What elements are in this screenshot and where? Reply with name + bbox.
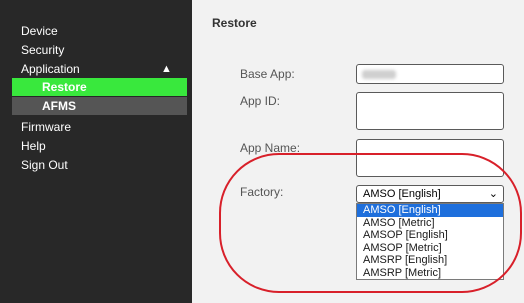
app-name-label: App Name: <box>240 141 301 155</box>
app-id-label: App ID: <box>240 94 281 108</box>
dropdown-option[interactable]: AMSRP [English] <box>357 254 503 267</box>
factory-label: Factory: <box>240 185 284 199</box>
collapse-up-icon[interactable]: ▲ <box>161 62 172 76</box>
dropdown-option[interactable]: AMSOP [English] <box>357 229 503 242</box>
factory-select-value: AMSO [English] <box>363 188 441 200</box>
page-title: Restore <box>212 16 257 30</box>
main-panel: Restore Base App: App ID: App Name: Fact… <box>192 0 524 303</box>
dropdown-option[interactable]: AMSOP [Metric] <box>357 242 503 255</box>
redacted-value <box>362 70 396 79</box>
sidebar-item-application[interactable]: Application <box>21 62 80 76</box>
sidebar-item-afms[interactable]: AFMS <box>12 97 187 115</box>
sidebar-item-device[interactable]: Device <box>21 24 58 38</box>
sidebar: Device Security Application ▲ Restore AF… <box>0 0 192 303</box>
factory-select[interactable]: AMSO [English] ⌄ <box>356 185 504 203</box>
sidebar-item-firmware[interactable]: Firmware <box>21 120 71 134</box>
sidebar-item-security[interactable]: Security <box>21 43 64 57</box>
base-app-field[interactable] <box>356 64 504 84</box>
sidebar-item-sign-out[interactable]: Sign Out <box>21 158 68 172</box>
dropdown-option[interactable]: AMSRP [Metric] <box>357 267 503 280</box>
dropdown-option[interactable]: AMSO [Metric] <box>357 217 503 230</box>
app-name-field[interactable] <box>356 139 504 177</box>
chevron-down-icon: ⌄ <box>488 188 498 200</box>
sidebar-item-help[interactable]: Help <box>21 139 46 153</box>
base-app-label: Base App: <box>240 67 295 81</box>
app-id-field[interactable] <box>356 92 504 130</box>
factory-dropdown-list: AMSO [English] AMSO [Metric] AMSOP [Engl… <box>356 203 504 280</box>
sidebar-item-restore[interactable]: Restore <box>12 78 187 96</box>
dropdown-option[interactable]: AMSO [English] <box>357 204 503 217</box>
